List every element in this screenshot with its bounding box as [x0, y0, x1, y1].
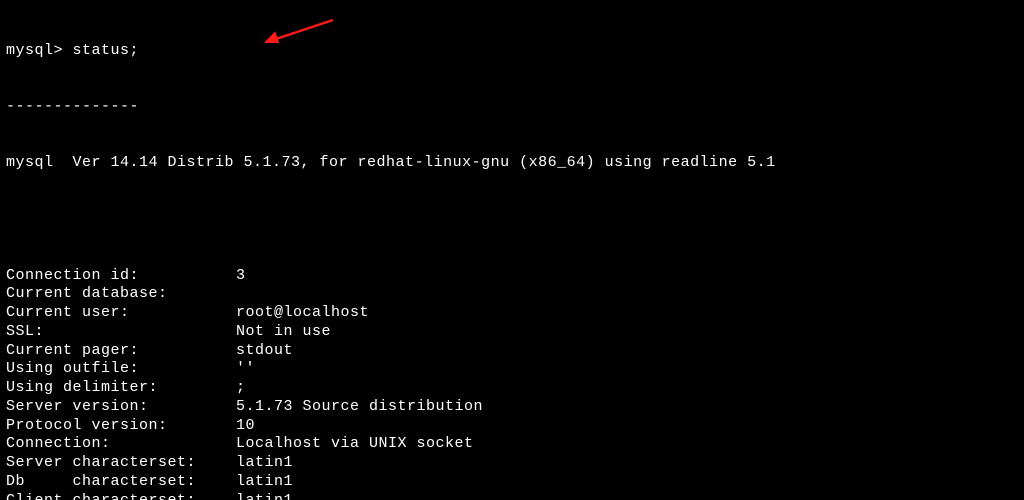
status-label: Server characterset: [6, 454, 236, 473]
blank-line [6, 210, 1018, 229]
status-value: 5.1.73 Source distribution [236, 398, 483, 415]
status-row: Using delimiter:; [6, 379, 1018, 398]
status-row: Server characterset:latin1 [6, 454, 1018, 473]
status-row: Current pager:stdout [6, 342, 1018, 361]
status-label: Current database: [6, 285, 236, 304]
status-value: 10 [236, 417, 255, 434]
prompt: mysql> [6, 42, 63, 59]
status-row: Db characterset:latin1 [6, 473, 1018, 492]
status-label: Client characterset: [6, 492, 236, 500]
status-label: Protocol version: [6, 417, 236, 436]
status-label: Using delimiter: [6, 379, 236, 398]
status-row: Protocol version:10 [6, 417, 1018, 436]
status-value: '' [236, 360, 255, 377]
status-row: Client characterset:latin1 [6, 492, 1018, 500]
terminal-output: mysql> status; -------------- mysql Ver … [0, 0, 1024, 500]
command-line: mysql> status; [6, 42, 1018, 61]
status-label: Server version: [6, 398, 236, 417]
status-label: Current user: [6, 304, 236, 323]
status-value: Localhost via UNIX socket [236, 435, 474, 452]
status-row: Current database: [6, 285, 1018, 304]
status-row: SSL:Not in use [6, 323, 1018, 342]
status-value: Not in use [236, 323, 331, 340]
version-line: mysql Ver 14.14 Distrib 5.1.73, for redh… [6, 154, 1018, 173]
status-label: Connection id: [6, 267, 236, 286]
status-value: root@localhost [236, 304, 369, 321]
status-value: latin1 [236, 454, 293, 471]
status-value: 3 [236, 267, 246, 284]
status-label: SSL: [6, 323, 236, 342]
status-label: Using outfile: [6, 360, 236, 379]
status-row: Server version:5.1.73 Source distributio… [6, 398, 1018, 417]
status-label: Current pager: [6, 342, 236, 361]
status-command: status; [73, 42, 140, 59]
status-row: Current user:root@localhost [6, 304, 1018, 323]
status-value: latin1 [236, 473, 293, 490]
status-value: latin1 [236, 492, 293, 500]
status-row: Connection:Localhost via UNIX socket [6, 435, 1018, 454]
status-fields: Connection id:3Current database:Current … [6, 267, 1018, 500]
status-row: Connection id:3 [6, 267, 1018, 286]
status-label: Db characterset: [6, 473, 236, 492]
status-value: stdout [236, 342, 293, 359]
status-row: Using outfile:'' [6, 360, 1018, 379]
separator-top: -------------- [6, 98, 1018, 117]
status-value: ; [236, 379, 246, 396]
status-label: Connection: [6, 435, 236, 454]
